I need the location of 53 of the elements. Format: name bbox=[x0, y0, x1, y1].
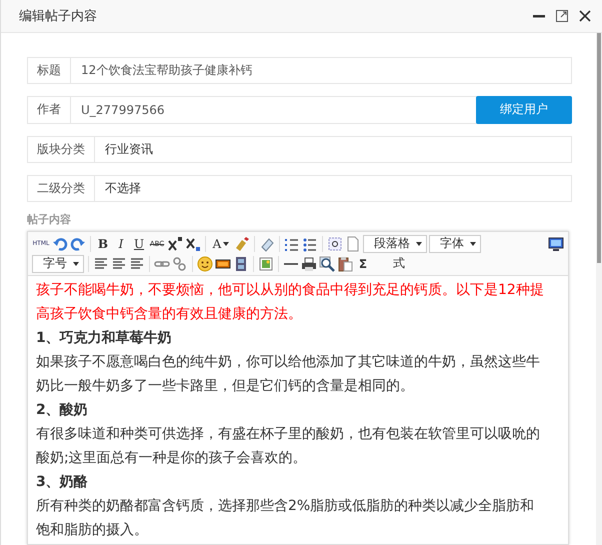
film-icon[interactable] bbox=[233, 256, 249, 272]
rich-text-editor[interactable] bbox=[27, 231, 569, 545]
anchor-box-icon[interactable] bbox=[327, 236, 343, 252]
field-label: 二级分类 bbox=[27, 174, 95, 202]
smiley-icon[interactable] bbox=[197, 256, 213, 272]
superscript-icon[interactable] bbox=[167, 236, 183, 252]
section-heading: 3、奶酪 bbox=[36, 473, 89, 492]
section-heading: 2、酸奶 bbox=[36, 401, 89, 420]
style-dropdown[interactable]: 式 bbox=[373, 255, 425, 272]
magnifier-icon[interactable] bbox=[319, 256, 335, 272]
align-icon[interactable] bbox=[129, 256, 145, 272]
font-color-button[interactable]: A bbox=[210, 236, 232, 252]
input-field[interactable]: 12个饮食法宝帮助孩子健康补钙 bbox=[71, 57, 572, 84]
paragraph: 所有种类的奶酪都富含钙质，选择那些含2%脂肪或低脂肪的种类以减少全脂肪和饱和脂肪的摄入。 bbox=[36, 497, 536, 540]
formula-button[interactable]: Σ bbox=[355, 256, 371, 272]
redo-icon[interactable] bbox=[70, 236, 86, 252]
dropdown[interactable]: 字体 bbox=[429, 234, 481, 252]
paragraph: 孩子不能喝牛奶，不要烦恼，他可以从别的食品中得到充足的钙质。以下是12种提高孩子饮食中钙含量的有效且健康的方法。 bbox=[36, 281, 545, 324]
input-field[interactable]: 行业资讯 bbox=[95, 136, 572, 163]
bulleted-list-icon[interactable] bbox=[302, 236, 318, 252]
caret-icon[interactable] bbox=[73, 262, 79, 266]
input-field[interactable]: U_277997566 bbox=[71, 96, 477, 124]
undo-icon[interactable] bbox=[52, 236, 68, 252]
window-title: 编辑帖子内容 bbox=[19, 8, 98, 25]
eraser-icon[interactable] bbox=[259, 236, 275, 252]
align-icon[interactable] bbox=[111, 256, 127, 272]
maximize-icon[interactable] bbox=[555, 9, 569, 23]
paragraph: 如果孩子不愿意喝白色的纯牛奶，你可以给他添加了其它味道的牛奶，虽然这些牛奶比一般牛奶多了一些卡路里，但是它们钙的含量是相同的。 bbox=[36, 353, 541, 396]
highlighter-icon[interactable] bbox=[234, 236, 250, 252]
caret-icon[interactable] bbox=[416, 242, 422, 246]
picture-icon[interactable] bbox=[258, 256, 274, 272]
field-label: 版块分类 bbox=[27, 136, 95, 163]
close-icon[interactable] bbox=[578, 9, 592, 23]
input-field[interactable]: 不选择 bbox=[95, 174, 572, 202]
italic-button[interactable]: I bbox=[113, 236, 129, 252]
dropdown[interactable]: 字号 bbox=[32, 254, 84, 272]
paragraph: 有很多味道和种类可供选择，有盛在杯子里的酸奶，也有包装在软管里可以吸吮的酸奶;这里面总有一种是你的孩子会喜欢的。 bbox=[36, 425, 541, 468]
bold-button[interactable]: B bbox=[95, 236, 111, 252]
clipboard-icon[interactable] bbox=[337, 256, 353, 272]
align-icon[interactable] bbox=[93, 256, 109, 272]
subscript-icon[interactable] bbox=[185, 236, 201, 252]
caret-icon[interactable] bbox=[470, 242, 476, 246]
caret-icon[interactable] bbox=[223, 242, 230, 246]
section-label: 帖子内容 bbox=[27, 212, 72, 227]
field-label: 作者 bbox=[27, 96, 71, 124]
scrollbar-thumb[interactable] bbox=[597, 33, 601, 263]
field-label: 标题 bbox=[27, 57, 71, 84]
underline-button[interactable]: U bbox=[131, 236, 147, 252]
section-heading: 1、巧克力和草莓牛奶 bbox=[36, 329, 173, 348]
monitor-icon[interactable] bbox=[548, 236, 564, 252]
printer-icon[interactable] bbox=[301, 256, 317, 272]
bind-user-button[interactable]: 绑定用户 bbox=[476, 96, 572, 124]
dropdown[interactable]: 段落格 bbox=[363, 234, 427, 252]
